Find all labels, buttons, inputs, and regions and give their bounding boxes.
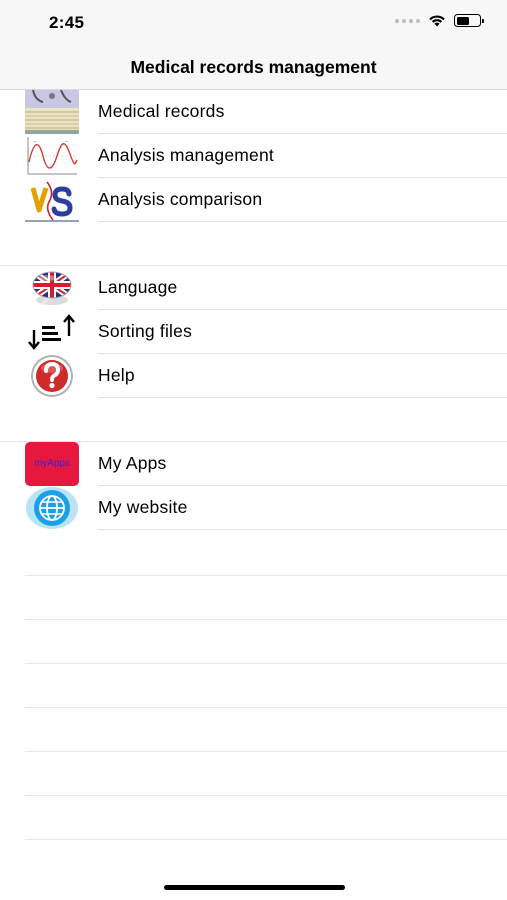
menu-item-language[interactable]: Language [0,266,507,310]
menu-item-medical-records[interactable]: Medical records [0,90,507,134]
menu-item-my-apps[interactable]: myApps My Apps [0,442,507,486]
svg-text:~: ~ [65,139,68,144]
menu-table: Medical records ~ ~ Analysis management [0,90,507,530]
menu-item-label: Medical records [98,101,225,121]
menu-item-analysis-comparison[interactable]: Analysis comparison [0,178,507,222]
menu-item-my-website[interactable]: My website [0,486,507,530]
page-title: Medical records management [130,57,377,77]
row-divider [98,529,507,530]
status-time: 2:45 [49,13,85,32]
menu-item-label: Language [98,277,178,297]
section-spacer [0,222,507,266]
cellular-signal-icon [395,18,420,23]
empty-table-rows [25,575,507,883]
medical-records-icon [25,90,79,134]
menu-item-label: Analysis management [98,145,274,165]
myapps-icon-text: myApps [34,458,70,469]
menu-item-label: Sorting files [98,321,193,341]
menu-item-label: Help [98,365,135,385]
menu-item-label: My Apps [98,453,167,473]
menu-item-sorting-files[interactable]: Sorting files [0,310,507,354]
menu-item-analysis-management[interactable]: ~ ~ Analysis management [0,134,507,178]
wifi-icon [429,15,445,27]
sort-icon [25,310,79,354]
battery-icon [454,14,484,27]
myapps-icon: myApps [25,442,79,486]
navigation-bar: Medical records management [0,44,507,90]
menu-item-label: My website [98,497,188,517]
status-bar: 2:45 [0,0,507,44]
analysis-chart-icon: ~ ~ [25,134,79,178]
svg-text:~: ~ [33,139,36,144]
help-icon [25,354,79,398]
status-icons [395,14,484,27]
menu-item-label: Analysis comparison [98,189,263,209]
section-spacer [0,398,507,442]
home-indicator[interactable] [164,885,345,890]
globe-icon [25,486,79,530]
menu-item-help[interactable]: Help [0,354,507,398]
uk-flag-icon [25,266,79,310]
versus-icon [25,178,79,222]
